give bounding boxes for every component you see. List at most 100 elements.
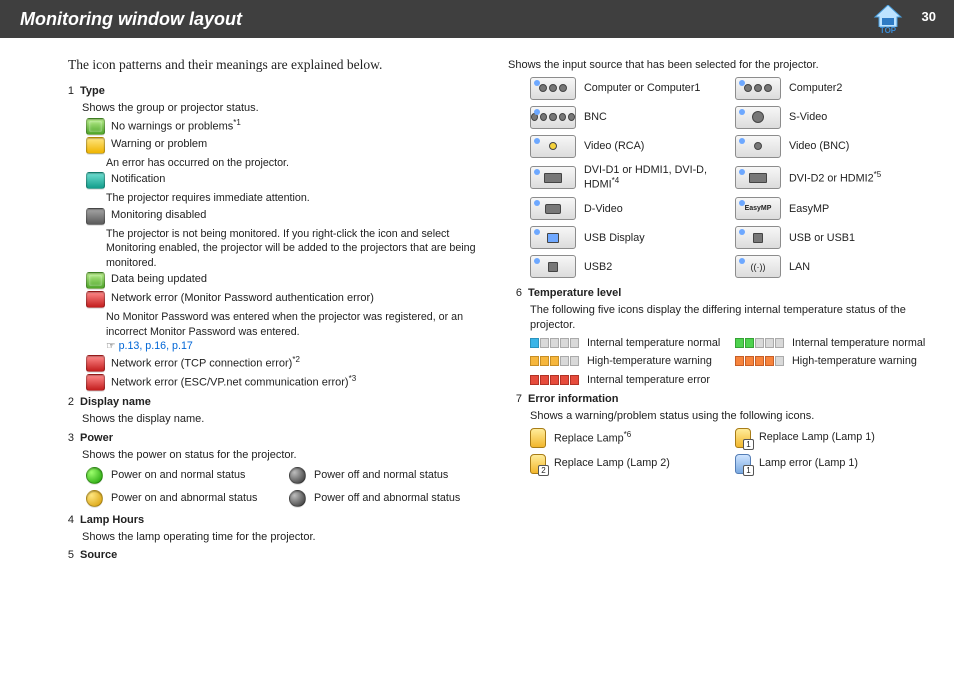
section-heading: Power: [80, 431, 113, 446]
item-note: The projector is not being monitored. If…: [106, 227, 478, 270]
pointer-icon: ☞: [106, 340, 119, 352]
list-item: Monitoring disabled: [86, 208, 478, 225]
item-label: High-temperature warning: [587, 355, 712, 367]
item-label: Warning or problem: [111, 137, 478, 152]
section-number: 3: [60, 431, 80, 446]
item-label: High-temperature warning: [792, 355, 917, 367]
item-label: Network error (ESC/VP.net communication …: [111, 374, 478, 391]
item-label: Power off and abnormal status: [314, 492, 460, 504]
list-item: ((·))LAN: [735, 255, 926, 278]
type-items: Monitoring disabled: [86, 208, 478, 225]
item-label: Replace Lamp*6: [554, 430, 631, 445]
section-number: 1: [60, 84, 80, 99]
power-off-abnormal-icon: [289, 490, 306, 507]
item-label: Video (BNC): [789, 140, 849, 152]
list-item: USB or USB1: [735, 226, 926, 249]
section-heading: Error information: [528, 392, 618, 407]
temp-level2-icon: [735, 338, 784, 348]
page: Monitoring window layout TOP 30 The icon…: [0, 0, 954, 675]
section-number: 4: [60, 513, 80, 528]
section-desc: Shows the lamp operating time for the pr…: [82, 530, 478, 545]
top-icon[interactable]: TOP: [870, 1, 906, 35]
item-label: Computer or Computer1: [584, 82, 700, 94]
src-dvideo-icon: [530, 197, 576, 220]
list-item: Video (RCA): [530, 135, 721, 158]
section-lamp-hours: 4 Lamp Hours: [60, 513, 478, 528]
src-video-bnc-icon: [735, 135, 781, 158]
item-label: Network error (Monitor Password authenti…: [111, 291, 478, 306]
section-number: 7: [508, 392, 528, 407]
list-item: Computer or Computer1: [530, 77, 721, 100]
list-item: BNC: [530, 106, 721, 129]
item-label: EasyMP: [789, 203, 829, 215]
src-dvi1-icon: [530, 166, 576, 189]
error-grid: Replace Lamp*6 Replace Lamp (Lamp 1) Rep…: [530, 428, 926, 474]
src-computer1-icon: [530, 77, 576, 100]
list-item: Internal temperature error: [530, 374, 721, 386]
list-item: DVI-D1 or HDMI1, DVI-D, HDMI*4: [530, 164, 721, 191]
title-bar: Monitoring window layout TOP 30: [0, 0, 954, 38]
list-item: DVI-D2 or HDMI2*5: [735, 164, 926, 191]
page-links[interactable]: p.13, p.16, p.17: [119, 340, 193, 352]
item-label: Lamp error (Lamp 1): [759, 457, 858, 469]
top-label: TOP: [880, 27, 896, 35]
section-heading: Display name: [80, 395, 151, 410]
temp-level5-icon: [530, 375, 579, 385]
list-item: Notification: [86, 172, 478, 189]
src-easymp-icon: EasyMP: [735, 197, 781, 220]
page-number: 30: [922, 9, 936, 24]
status-warn-icon: [86, 137, 105, 154]
section-number: 5: [60, 548, 80, 563]
src-dvi2-icon: [735, 166, 781, 189]
type-items: No warnings or problems*1 Warning or pro…: [86, 118, 478, 154]
status-neterr-icon: [86, 291, 105, 308]
section-desc: The following five icons display the dif…: [530, 303, 926, 333]
item-label: Internal temperature error: [587, 374, 710, 386]
src-lan-icon: ((·)): [735, 255, 781, 278]
src-usb1-icon: [735, 226, 781, 249]
src-video-rca-icon: [530, 135, 576, 158]
right-column: Shows the input source that has been sel…: [508, 56, 926, 563]
list-item: Computer2: [735, 77, 926, 100]
list-item: D-Video: [530, 197, 721, 220]
status-neterr-icon: [86, 374, 105, 391]
list-item: Power off and normal status: [289, 467, 478, 484]
list-item: Network error (ESC/VP.net communication …: [86, 374, 478, 391]
list-item: Power on and abnormal status: [86, 490, 275, 507]
src-usb2-icon: [530, 255, 576, 278]
section-desc: Shows the power on status for the projec…: [82, 448, 478, 463]
status-ok-icon: [86, 118, 105, 135]
item-note: The projector requires immediate attenti…: [106, 191, 478, 205]
section-desc: Shows a warning/problem status using the…: [530, 409, 926, 424]
list-item: Power on and normal status: [86, 467, 275, 484]
list-item: Network error (Monitor Password authenti…: [86, 291, 478, 308]
item-label: Replace Lamp (Lamp 1): [759, 431, 875, 443]
item-note: An error has occurred on the projector.: [106, 156, 478, 170]
item-label: BNC: [584, 111, 607, 123]
item-label: USB or USB1: [789, 232, 855, 244]
page-title: Monitoring window layout: [20, 9, 242, 30]
list-item: Network error (TCP connection error)*2: [86, 355, 478, 372]
type-items: Notification: [86, 172, 478, 189]
section-desc: Shows the display name.: [82, 412, 478, 427]
src-svideo-icon: [735, 106, 781, 129]
power-on-abnormal-icon: [86, 490, 103, 507]
list-item: High-temperature warning: [530, 355, 721, 367]
list-item: Internal temperature normal: [530, 337, 721, 349]
status-neterr-icon: [86, 355, 105, 372]
lamp-replace-icon: [530, 428, 546, 448]
list-item: No warnings or problems*1: [86, 118, 478, 135]
item-label: Computer2: [789, 82, 842, 94]
intro-text: The icon patterns and their meanings are…: [68, 56, 478, 74]
lamp-replace2-icon: [530, 454, 546, 474]
temperature-grid: Internal temperature normal Internal tem…: [530, 337, 926, 386]
list-item: Data being updated: [86, 272, 478, 289]
body: The icon patterns and their meanings are…: [0, 38, 954, 563]
item-label: DVI-D1 or HDMI1, DVI-D, HDMI*4: [584, 164, 721, 191]
item-label: Internal temperature normal: [792, 337, 925, 349]
src-bnc-icon: [530, 106, 576, 129]
section-error-info: 7 Error information: [508, 392, 926, 407]
temp-level1-icon: [530, 338, 579, 348]
source-grid: Computer or Computer1 Computer2 BNC S-Vi…: [530, 77, 926, 278]
temp-level3-icon: [530, 356, 579, 366]
